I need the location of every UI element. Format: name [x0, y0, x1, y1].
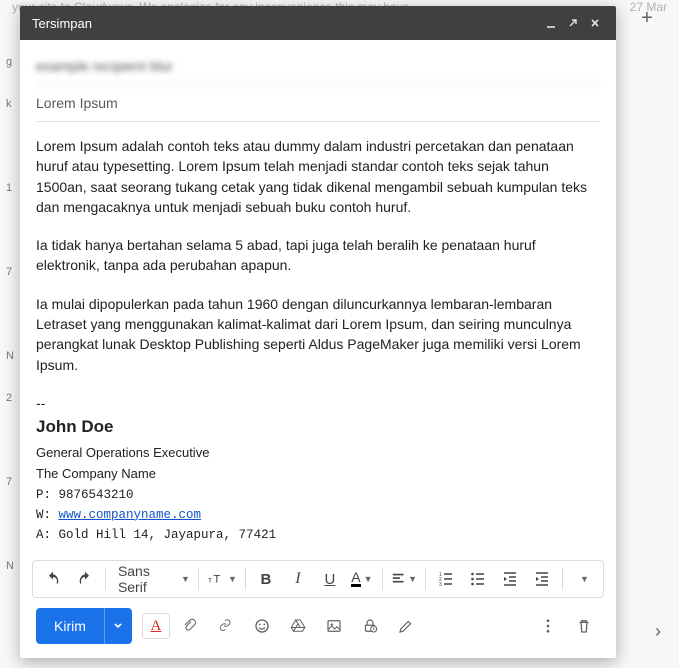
left-edge-cutoff: gk17N27N	[0, 0, 20, 668]
body-paragraph[interactable]: Lorem Ipsum adalah contoh teks atau dumm…	[36, 136, 600, 217]
signature-address: A: Gold Hill 14, Jayapura, 77421	[36, 526, 600, 544]
formatting-toolbar: Sans Serif▼ тT▼ B I U A▼ ▼ 123 ▼	[32, 560, 604, 598]
send-button[interactable]: Kirim	[36, 608, 104, 644]
svg-text:т: т	[208, 575, 212, 584]
italic-button[interactable]: I	[282, 563, 314, 595]
signature-name: John Doe	[36, 415, 600, 440]
font-size-icon[interactable]: тT▼	[203, 563, 241, 595]
pen-icon[interactable]	[390, 610, 422, 642]
compose-headers: example recipient blur Lorem Ipsum	[20, 40, 616, 122]
photo-icon[interactable]	[318, 610, 350, 642]
underline-button[interactable]: U	[314, 563, 346, 595]
drive-icon[interactable]	[282, 610, 314, 642]
body-paragraph[interactable]: Ia mulai dipopulerkan pada tahun 1960 de…	[36, 294, 600, 375]
side-panel-chevron-icon[interactable]: ›	[655, 621, 661, 642]
close-icon[interactable]	[586, 14, 604, 32]
undo-icon[interactable]	[37, 563, 69, 595]
new-tab-plus-icon[interactable]: +	[635, 6, 659, 30]
compose-actions: Kirim A	[20, 598, 616, 658]
send-split-button: Kirim	[36, 608, 132, 644]
trash-icon[interactable]	[568, 610, 600, 642]
confidential-icon[interactable]	[354, 610, 386, 642]
link-icon[interactable]	[210, 610, 242, 642]
signature-phone: P: 9876543210	[36, 486, 600, 504]
titlebar: Tersimpan	[20, 6, 616, 40]
bulleted-list-icon[interactable]	[462, 563, 494, 595]
send-more-button[interactable]	[104, 608, 132, 644]
emoji-icon[interactable]	[246, 610, 278, 642]
compose-window: Tersimpan example recipient blur Lorem I…	[20, 6, 616, 658]
recipients-field[interactable]: example recipient blur	[36, 48, 600, 85]
numbered-list-icon[interactable]: 123	[430, 563, 462, 595]
signature-web-link[interactable]: www.companyname.com	[59, 508, 202, 522]
more-options-icon[interactable]	[532, 610, 564, 642]
subject-field[interactable]: Lorem Ipsum	[36, 85, 600, 122]
attach-icon[interactable]	[174, 610, 206, 642]
indent-more-icon[interactable]	[526, 563, 558, 595]
svg-text:T: T	[213, 573, 220, 585]
compose-body[interactable]: Lorem Ipsum adalah contoh teks atau dumm…	[20, 122, 616, 554]
signature-separator: --	[36, 393, 600, 413]
redo-icon[interactable]	[69, 563, 101, 595]
formatting-toggle-icon[interactable]: A	[142, 613, 170, 639]
minimize-icon[interactable]	[542, 14, 560, 32]
maximize-icon[interactable]	[564, 14, 582, 32]
bold-button[interactable]: B	[250, 563, 282, 595]
svg-text:3: 3	[439, 582, 442, 587]
signature-company: The Company Name	[36, 465, 600, 484]
signature-web: W: www.companyname.com	[36, 506, 600, 524]
font-family-select[interactable]: Sans Serif▼	[110, 563, 194, 595]
align-icon[interactable]: ▼	[387, 563, 421, 595]
indent-less-icon[interactable]	[494, 563, 526, 595]
window-title: Tersimpan	[32, 16, 538, 31]
text-color-button[interactable]: A▼	[346, 563, 378, 595]
more-formatting-icon[interactable]: ▼	[567, 563, 599, 595]
signature-role: General Operations Executive	[36, 444, 600, 463]
body-paragraph[interactable]: Ia tidak hanya bertahan selama 5 abad, t…	[36, 235, 600, 276]
